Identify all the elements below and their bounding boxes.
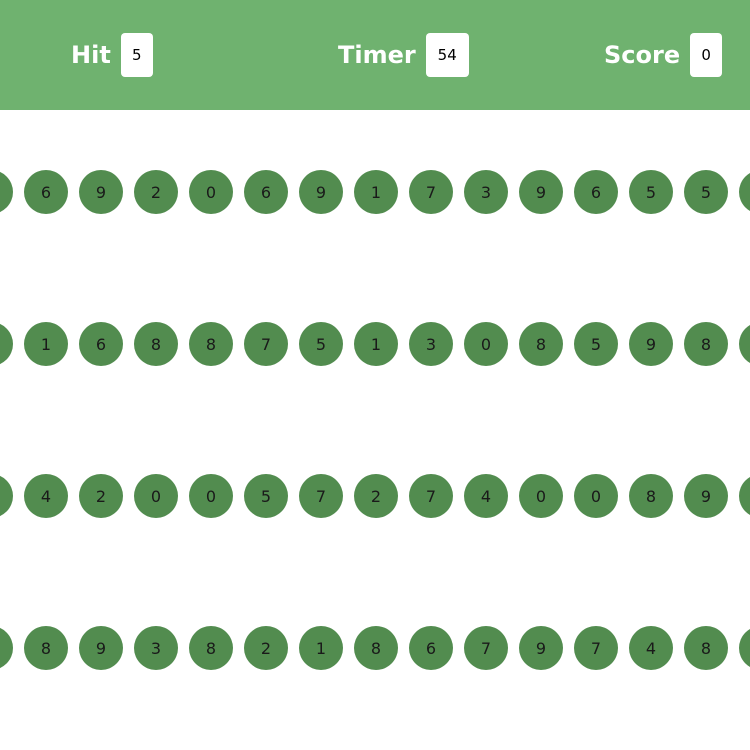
number-bubble[interactable]: 7: [409, 170, 453, 214]
number-bubble[interactable]: 7: [299, 474, 343, 518]
number-bubble[interactable]: 8: [354, 626, 398, 670]
number-bubble[interactable]: 2: [244, 626, 288, 670]
number-bubble[interactable]: 8: [134, 322, 178, 366]
number-bubble[interactable]: [739, 170, 750, 214]
number-bubble[interactable]: 2: [79, 474, 123, 518]
number-bubble[interactable]: 6: [574, 170, 618, 214]
number-bubble[interactable]: 1: [354, 170, 398, 214]
hit-value: 5: [120, 33, 153, 77]
hit-label: Hit: [71, 41, 111, 69]
number-bubble[interactable]: 8: [684, 626, 728, 670]
number-bubble[interactable]: 0: [464, 322, 508, 366]
number-bubble[interactable]: 0: [519, 474, 563, 518]
number-bubble[interactable]: 0: [574, 474, 618, 518]
number-bubble[interactable]: 8: [189, 322, 233, 366]
number-bubble[interactable]: [0, 474, 13, 518]
score-label: Score: [604, 41, 681, 69]
number-bubble[interactable]: 6: [24, 170, 68, 214]
number-bubble[interactable]: 0: [134, 474, 178, 518]
number-bubble[interactable]: 4: [24, 474, 68, 518]
number-bubble[interactable]: 9: [519, 626, 563, 670]
number-bubble[interactable]: 5: [299, 322, 343, 366]
number-bubble[interactable]: 2: [354, 474, 398, 518]
game-board: 6920691739655168875130859842005727400898…: [0, 110, 750, 750]
number-bubble[interactable]: 0: [189, 474, 233, 518]
number-bubble[interactable]: 4: [464, 474, 508, 518]
number-bubble[interactable]: [739, 322, 750, 366]
number-bubble[interactable]: [739, 474, 750, 518]
score-value: 0: [690, 33, 723, 77]
score-header: Hit 5 Timer 54 Score 0: [0, 0, 750, 110]
score-stat: Score 0: [604, 33, 723, 77]
bubble-row: 6920691739655: [0, 170, 750, 214]
number-bubble[interactable]: 3: [464, 170, 508, 214]
number-bubble[interactable]: 8: [189, 626, 233, 670]
number-bubble[interactable]: 7: [409, 474, 453, 518]
number-bubble[interactable]: 1: [354, 322, 398, 366]
timer-label: Timer: [338, 41, 416, 69]
number-bubble[interactable]: 9: [684, 474, 728, 518]
number-bubble[interactable]: 9: [79, 170, 123, 214]
number-bubble[interactable]: [0, 626, 13, 670]
number-bubble[interactable]: 9: [519, 170, 563, 214]
number-bubble[interactable]: 1: [299, 626, 343, 670]
number-bubble[interactable]: 0: [189, 170, 233, 214]
number-bubble[interactable]: 6: [244, 170, 288, 214]
number-bubble[interactable]: 3: [409, 322, 453, 366]
number-bubble[interactable]: 1: [24, 322, 68, 366]
number-bubble[interactable]: 9: [629, 322, 673, 366]
timer-stat: Timer 54: [338, 33, 469, 77]
number-bubble[interactable]: 5: [684, 170, 728, 214]
bubble-row: 4200572740089: [0, 474, 750, 518]
number-bubble[interactable]: 2: [134, 170, 178, 214]
number-bubble[interactable]: 5: [244, 474, 288, 518]
number-bubble[interactable]: 6: [409, 626, 453, 670]
number-bubble[interactable]: 5: [629, 170, 673, 214]
number-bubble[interactable]: 4: [629, 626, 673, 670]
number-bubble[interactable]: 3: [134, 626, 178, 670]
number-bubble[interactable]: 5: [574, 322, 618, 366]
hit-stat: Hit 5: [71, 33, 153, 77]
number-bubble[interactable]: 8: [684, 322, 728, 366]
number-bubble[interactable]: 8: [629, 474, 673, 518]
number-bubble[interactable]: 9: [299, 170, 343, 214]
number-bubble[interactable]: 9: [79, 626, 123, 670]
number-bubble[interactable]: 7: [574, 626, 618, 670]
number-bubble[interactable]: [0, 322, 13, 366]
number-bubble[interactable]: 8: [519, 322, 563, 366]
number-bubble[interactable]: [0, 170, 13, 214]
number-bubble[interactable]: 6: [79, 322, 123, 366]
bubble-row: 8938218679748: [0, 626, 750, 670]
number-bubble[interactable]: [739, 626, 750, 670]
number-bubble[interactable]: 8: [24, 626, 68, 670]
number-bubble[interactable]: 7: [464, 626, 508, 670]
bubble-row: 1688751308598: [0, 322, 750, 366]
number-bubble[interactable]: 7: [244, 322, 288, 366]
timer-value: 54: [425, 33, 469, 77]
